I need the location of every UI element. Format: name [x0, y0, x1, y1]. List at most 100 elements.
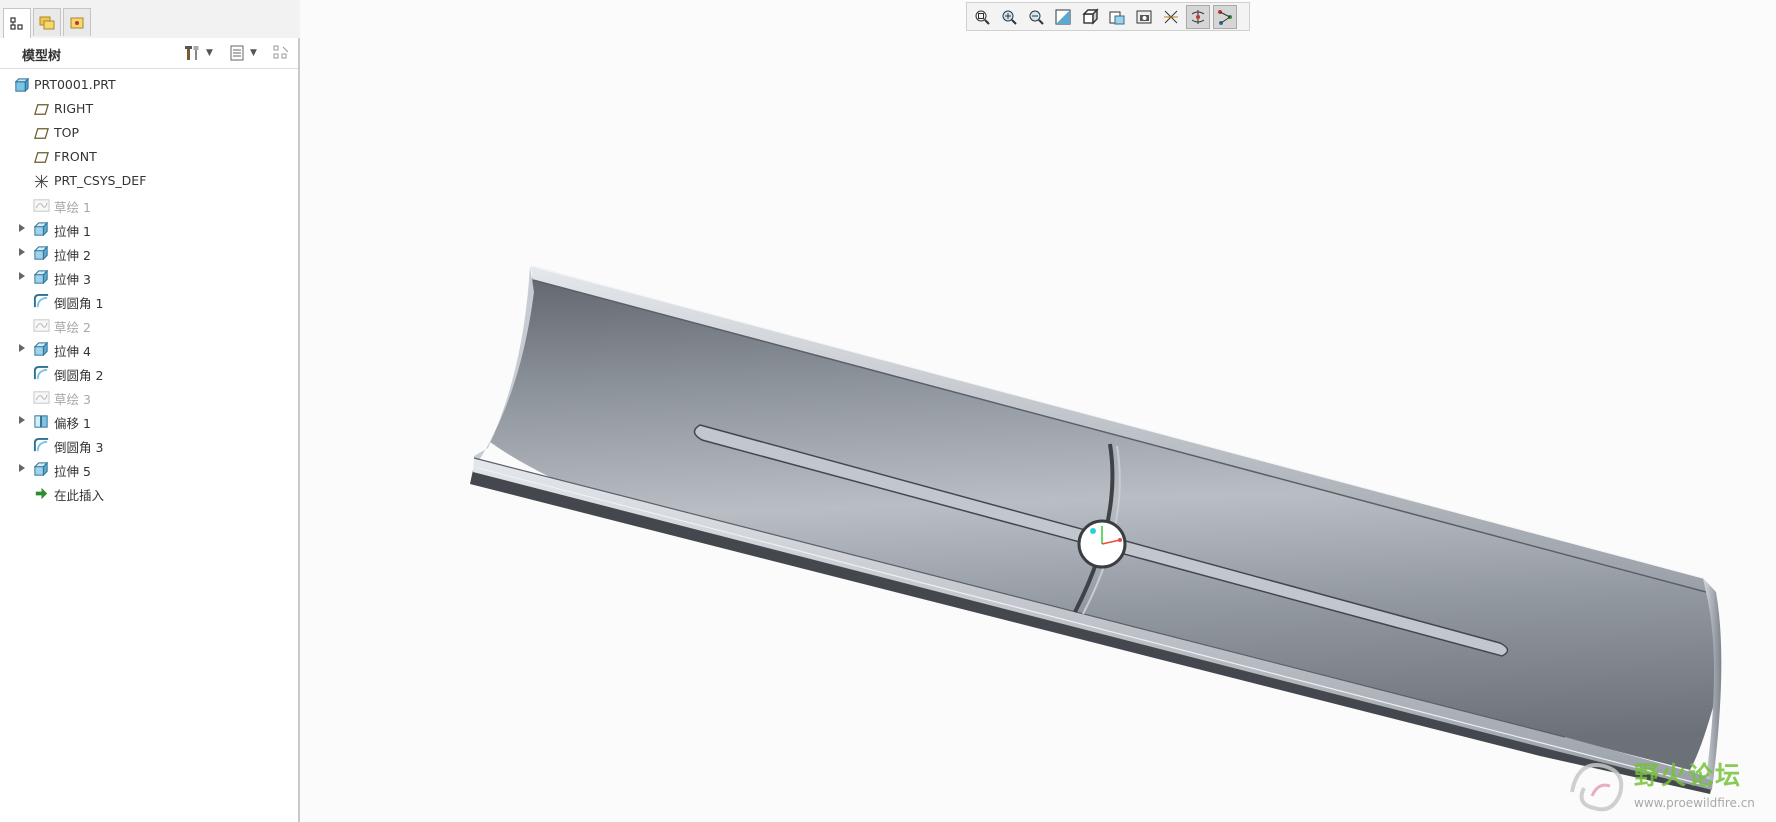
- expand-arrow-icon[interactable]: [19, 272, 25, 280]
- model-tree-panel: 模型树 ▼ ▼ PRT0001.PRT RIGHT TOP FRONT PRT_…: [0, 0, 300, 822]
- expand-arrow-icon[interactable]: [19, 464, 25, 472]
- tab-model-tree[interactable]: [3, 8, 31, 39]
- tree-item[interactable]: RIGHT: [0, 97, 298, 121]
- datum-plane-icon: [34, 128, 49, 139]
- forum-watermark: 野火论坛 www.proewildfire.cn: [1564, 752, 1774, 820]
- display-style-icon: [1082, 7, 1099, 25]
- zoom-in-icon: [1002, 10, 1017, 25]
- round-icon: [33, 437, 49, 452]
- expand-arrow-icon[interactable]: [19, 344, 25, 352]
- extrude-icon: [33, 245, 49, 261]
- datum-display-icon: [1164, 10, 1178, 23]
- saved-orientations-button[interactable]: [1105, 5, 1129, 29]
- tree-item[interactable]: 拉伸 1: [0, 217, 298, 241]
- tree-item-label: 草绘 3: [54, 392, 91, 407]
- zoom-out-icon: [1029, 10, 1044, 25]
- tree-item-label: 在此插入: [54, 488, 105, 503]
- tree-item-label: PRT_CSYS_DEF: [54, 173, 147, 188]
- tree-item[interactable]: 倒圆角 1: [0, 289, 298, 313]
- model-tree-icon: [10, 17, 23, 30]
- tree-item-label: 拉伸 5: [54, 464, 91, 479]
- refit-button[interactable]: [970, 5, 994, 29]
- tree-item[interactable]: 拉伸 4: [0, 337, 298, 361]
- tree-item-label: RIGHT: [54, 101, 94, 116]
- view-manager-button[interactable]: [1132, 5, 1156, 29]
- repaint-icon: [1055, 9, 1071, 24]
- model-tree-header: 模型树 ▼ ▼: [0, 38, 298, 69]
- tree-item-label: 草绘 1: [54, 200, 91, 215]
- tree-item-label: 倒圆角 2: [54, 368, 104, 383]
- show-filter-button[interactable]: ▼: [228, 43, 257, 63]
- zoom-in-button[interactable]: [997, 5, 1021, 29]
- annotation-display-icon: [1218, 9, 1232, 25]
- tree-settings-button[interactable]: ▼: [184, 43, 213, 63]
- tree-item[interactable]: PRT_CSYS_DEF: [0, 169, 298, 193]
- tree-item[interactable]: 草绘 3: [0, 385, 298, 409]
- graphics-toolbar: [966, 2, 1250, 31]
- repaint-button[interactable]: [1051, 5, 1075, 29]
- display-style-button[interactable]: [1078, 5, 1102, 29]
- tree-filter-icon: [273, 45, 289, 59]
- tree-item[interactable]: FRONT: [0, 145, 298, 169]
- tree-item[interactable]: 倒圆角 3: [0, 433, 298, 457]
- offset-icon: [34, 415, 48, 428]
- model-tree: PRT0001.PRT RIGHT TOP FRONT PRT_CSYS_DEF 草绘 1…: [0, 73, 298, 505]
- csys-z-axis: [1090, 528, 1096, 534]
- favorites-icon: [70, 17, 84, 28]
- insert-here-arrow-icon: [35, 487, 48, 500]
- tree-item[interactable]: 拉伸 3: [0, 265, 298, 289]
- expand-arrow-icon[interactable]: [19, 224, 25, 232]
- tree-filters-button[interactable]: [272, 43, 290, 63]
- tree-item[interactable]: 倒圆角 2: [0, 361, 298, 385]
- tree-item[interactable]: PRT0001.PRT: [0, 73, 298, 97]
- 3d-model[interactable]: [302, 34, 1776, 822]
- tree-item-label: 倒圆角 3: [54, 440, 104, 455]
- tree-item-label: FRONT: [54, 149, 97, 164]
- tree-item-label: 倒圆角 1: [54, 296, 104, 311]
- app-window: 模型树 ▼ ▼ PRT0001.PRT RIGHT TOP FRONT PRT_…: [0, 0, 1776, 822]
- tree-item[interactable]: 拉伸 2: [0, 241, 298, 265]
- list-icon: [230, 45, 244, 61]
- extrude-icon: [33, 461, 49, 477]
- tree-item-label: 拉伸 1: [54, 224, 91, 239]
- expand-arrow-icon[interactable]: [19, 416, 25, 424]
- tab-folder-browser[interactable]: [33, 8, 61, 36]
- zoom-out-button[interactable]: [1024, 5, 1048, 29]
- flame-logo-icon: [1570, 763, 1624, 812]
- tree-item[interactable]: TOP: [0, 121, 298, 145]
- extrude-icon: [33, 269, 49, 285]
- chevron-down-icon: ▼: [206, 48, 213, 58]
- folder-browser-icon: [39, 16, 55, 29]
- annotation-display-button[interactable]: [1213, 4, 1237, 29]
- part-icon: [14, 77, 30, 93]
- extrude-icon: [33, 341, 49, 357]
- graphics-viewport[interactable]: [302, 34, 1776, 822]
- round-icon: [33, 293, 49, 308]
- tree-item[interactable]: 偏移 1: [0, 409, 298, 433]
- tree-item[interactable]: 草绘 1: [0, 193, 298, 217]
- coordinate-system-icon: [34, 174, 49, 189]
- panel-tab-strip: [0, 0, 300, 39]
- view-manager-icon: [1136, 10, 1152, 23]
- tree-item-label: PRT0001.PRT: [34, 77, 116, 92]
- panel-title: 模型树: [22, 49, 62, 64]
- tree-item[interactable]: 草绘 2: [0, 313, 298, 337]
- watermark-url: www.proewildfire.cn: [1634, 796, 1755, 810]
- tree-item-label: TOP: [54, 125, 80, 140]
- tree-item-label: 拉伸 4: [54, 344, 91, 359]
- sketch-icon: [33, 319, 50, 332]
- spin-center-icon: [1191, 9, 1205, 24]
- tree-item-label: 拉伸 2: [54, 248, 91, 263]
- datum-display-button[interactable]: [1159, 5, 1183, 29]
- spin-center-button[interactable]: [1186, 4, 1210, 29]
- tree-item[interactable]: 在此插入: [0, 481, 298, 505]
- saved-orientations-icon: [1109, 11, 1125, 24]
- tree-item[interactable]: 拉伸 5: [0, 457, 298, 481]
- expand-arrow-icon[interactable]: [19, 248, 25, 256]
- watermark-title: 野火论坛: [1634, 761, 1743, 790]
- tab-favorites[interactable]: [63, 8, 91, 36]
- sketch-icon: [33, 199, 50, 212]
- tools-icon: [185, 46, 199, 60]
- datum-plane-icon: [34, 152, 49, 163]
- sketch-icon: [33, 391, 50, 404]
